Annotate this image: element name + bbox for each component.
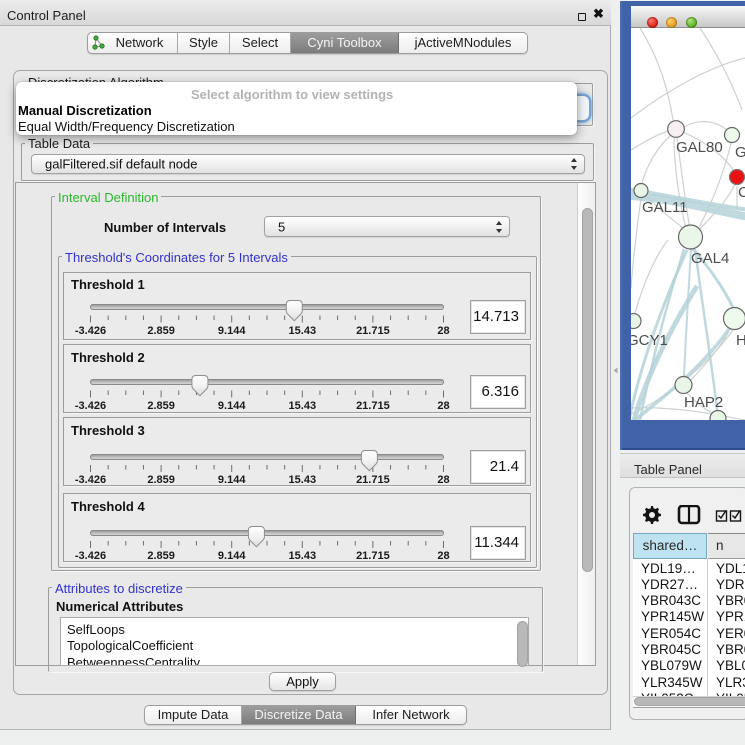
svg-text:GA: GA	[735, 144, 745, 161]
svg-text:HA: HA	[736, 332, 745, 349]
svg-text:GAL11: GAL11	[642, 199, 688, 216]
svg-text:GAL80: GAL80	[676, 139, 723, 156]
svg-text:C: C	[738, 184, 745, 201]
svg-text:HAP2: HAP2	[684, 394, 723, 411]
svg-text:GCY1: GCY1	[631, 332, 668, 349]
svg-text:GAL4: GAL4	[691, 250, 729, 267]
